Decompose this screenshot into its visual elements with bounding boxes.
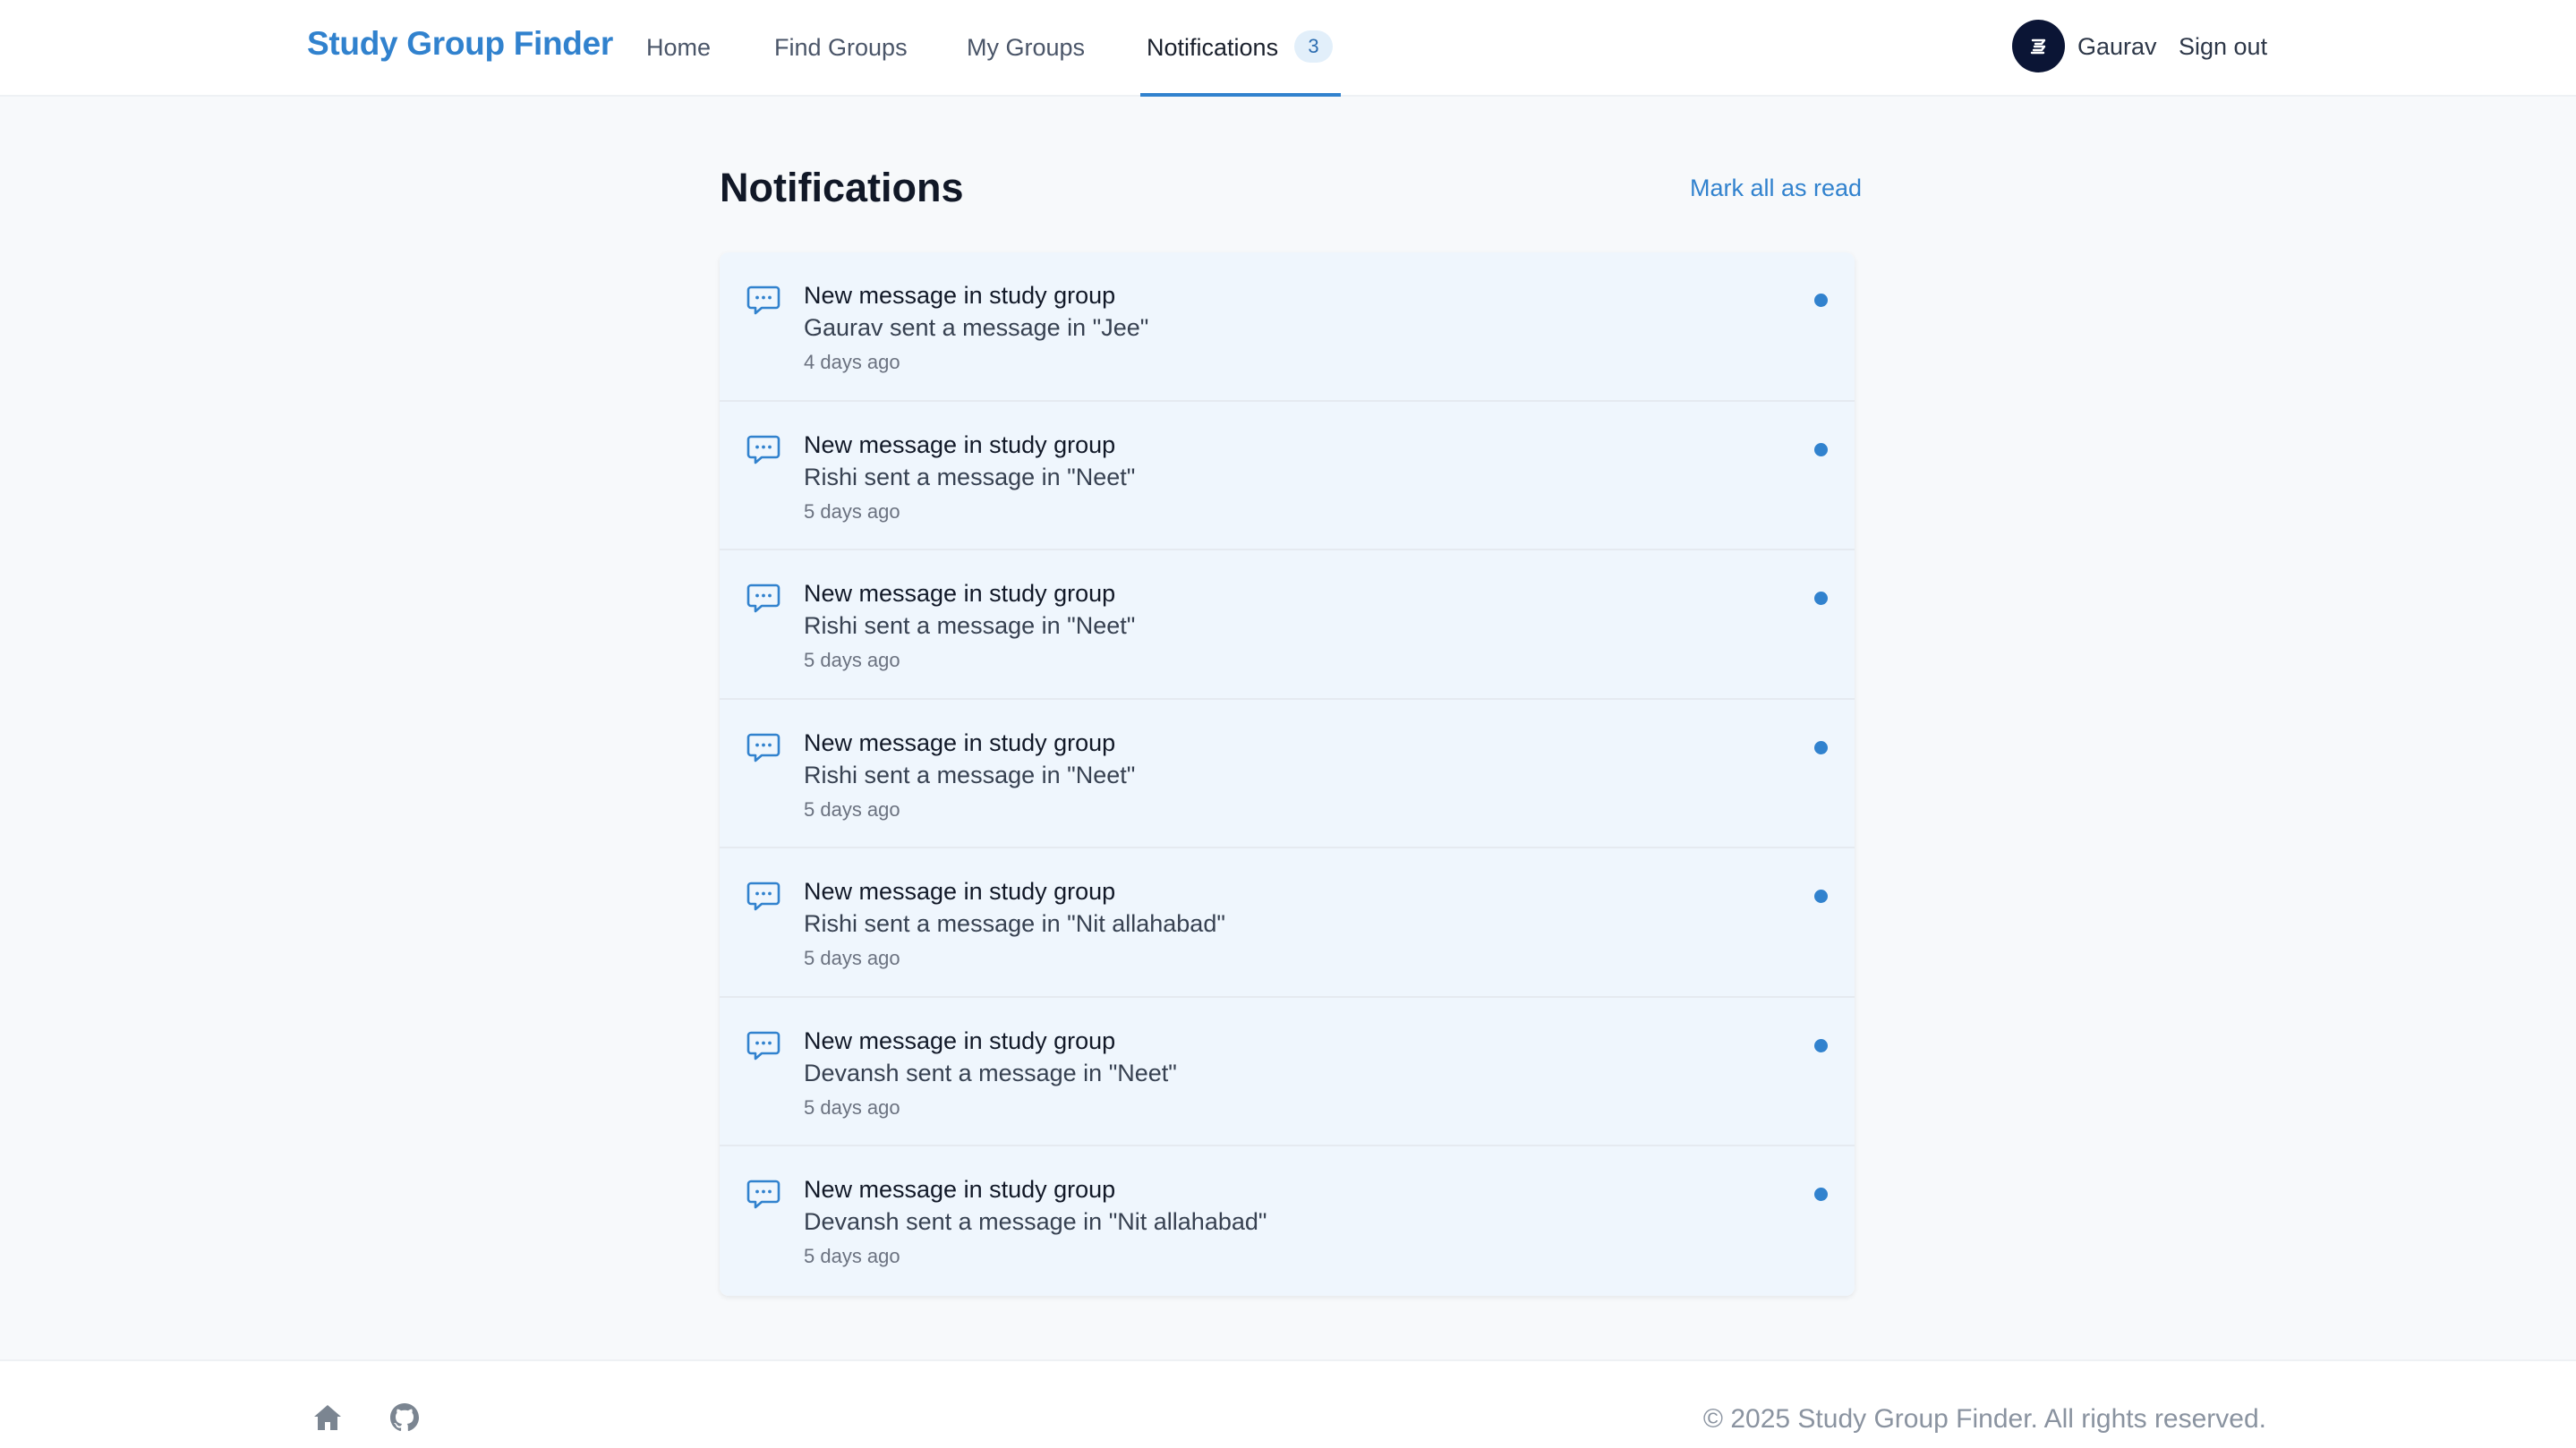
chat-bubble-icon (746, 733, 780, 762)
footer: © 2025 Study Group Finder. All rights re… (0, 1359, 2576, 1448)
notification-body: Gaurav sent a message in "Jee" (804, 314, 1149, 341)
unread-indicator (1814, 740, 1828, 754)
copyright-text: © 2025 Study Group Finder. All rights re… (1702, 1404, 2266, 1434)
notification-body: Devansh sent a message in "Nit allahabad… (804, 1208, 1267, 1235)
notification-title: New message in study group (804, 580, 1116, 607)
chat-bubble-icon (746, 285, 780, 315)
unread-indicator (1814, 1038, 1828, 1052)
active-tab-indicator (1140, 93, 1341, 97)
notification-body: Rishi sent a message in "Neet" (804, 612, 1136, 639)
chat-bubble-icon (746, 435, 780, 464)
notification-time: 5 days ago (804, 1095, 900, 1119)
notification-time: 5 days ago (804, 1245, 900, 1267)
unread-indicator (1814, 890, 1828, 903)
notification-body: Devansh sent a message in "Neet" (804, 1059, 1177, 1086)
chat-bubble-icon (746, 882, 780, 911)
nav-find-groups[interactable]: Find Groups (774, 34, 908, 62)
notification-item[interactable]: New message in study group Gaurav sent a… (720, 252, 1855, 402)
unread-indicator (1814, 442, 1828, 456)
chat-bubble-icon (746, 583, 780, 613)
home-icon[interactable] (311, 1401, 345, 1435)
github-icon[interactable] (388, 1401, 422, 1435)
notification-time: 5 days ago (804, 797, 900, 821)
notification-item[interactable]: New message in study group Rishi sent a … (720, 550, 1855, 700)
notification-body: Rishi sent a message in "Nit allahabad" (804, 910, 1225, 937)
notification-item[interactable]: New message in study group Rishi sent a … (720, 699, 1855, 848)
notification-time: 4 days ago (804, 351, 900, 373)
notification-title: New message in study group (804, 1176, 1116, 1203)
notification-time: 5 days ago (804, 947, 900, 969)
notification-title: New message in study group (804, 1026, 1116, 1054)
notification-item[interactable]: New message in study group Rishi sent a … (720, 848, 1855, 998)
page-title: Notifications (720, 165, 964, 210)
notification-item[interactable]: New message in study group Devansh sent … (720, 1146, 1855, 1296)
sign-out-button[interactable]: Sign out (2179, 33, 2267, 61)
user-avatar[interactable] (2012, 20, 2065, 72)
notification-item[interactable]: New message in study group Rishi sent a … (720, 401, 1855, 550)
notification-title: New message in study group (804, 728, 1116, 756)
top-nav-bar: Study Group Finder Home Find Groups My G… (0, 0, 2576, 97)
unread-indicator (1814, 294, 1828, 307)
notification-title: New message in study group (804, 878, 1116, 905)
unread-indicator (1814, 592, 1828, 605)
brand-logo-text[interactable]: Study Group Finder (307, 25, 613, 63)
notifications-count-badge: 3 (1294, 30, 1333, 63)
notification-item[interactable]: New message in study group Devansh sent … (720, 997, 1855, 1146)
notification-title: New message in study group (804, 282, 1116, 309)
nav-home[interactable]: Home (646, 34, 711, 62)
mark-all-read-button[interactable]: Mark all as read (1690, 175, 1862, 202)
notification-time: 5 days ago (804, 499, 900, 523)
user-name: Gaurav (2077, 33, 2157, 60)
notification-body: Rishi sent a message in "Neet" (804, 761, 1136, 788)
notification-body: Rishi sent a message in "Neet" (804, 463, 1136, 490)
avatar-logo-icon (2030, 38, 2045, 54)
notification-list: New message in study group Gaurav sent a… (720, 252, 1855, 1296)
unread-indicator (1814, 1188, 1828, 1201)
chat-bubble-icon (746, 1180, 780, 1209)
notification-title: New message in study group (804, 430, 1116, 458)
chat-bubble-icon (746, 1031, 780, 1060)
notification-time: 5 days ago (804, 649, 900, 671)
nav-my-groups[interactable]: My Groups (967, 34, 1085, 62)
nav-notifications[interactable]: Notifications (1147, 34, 1278, 62)
